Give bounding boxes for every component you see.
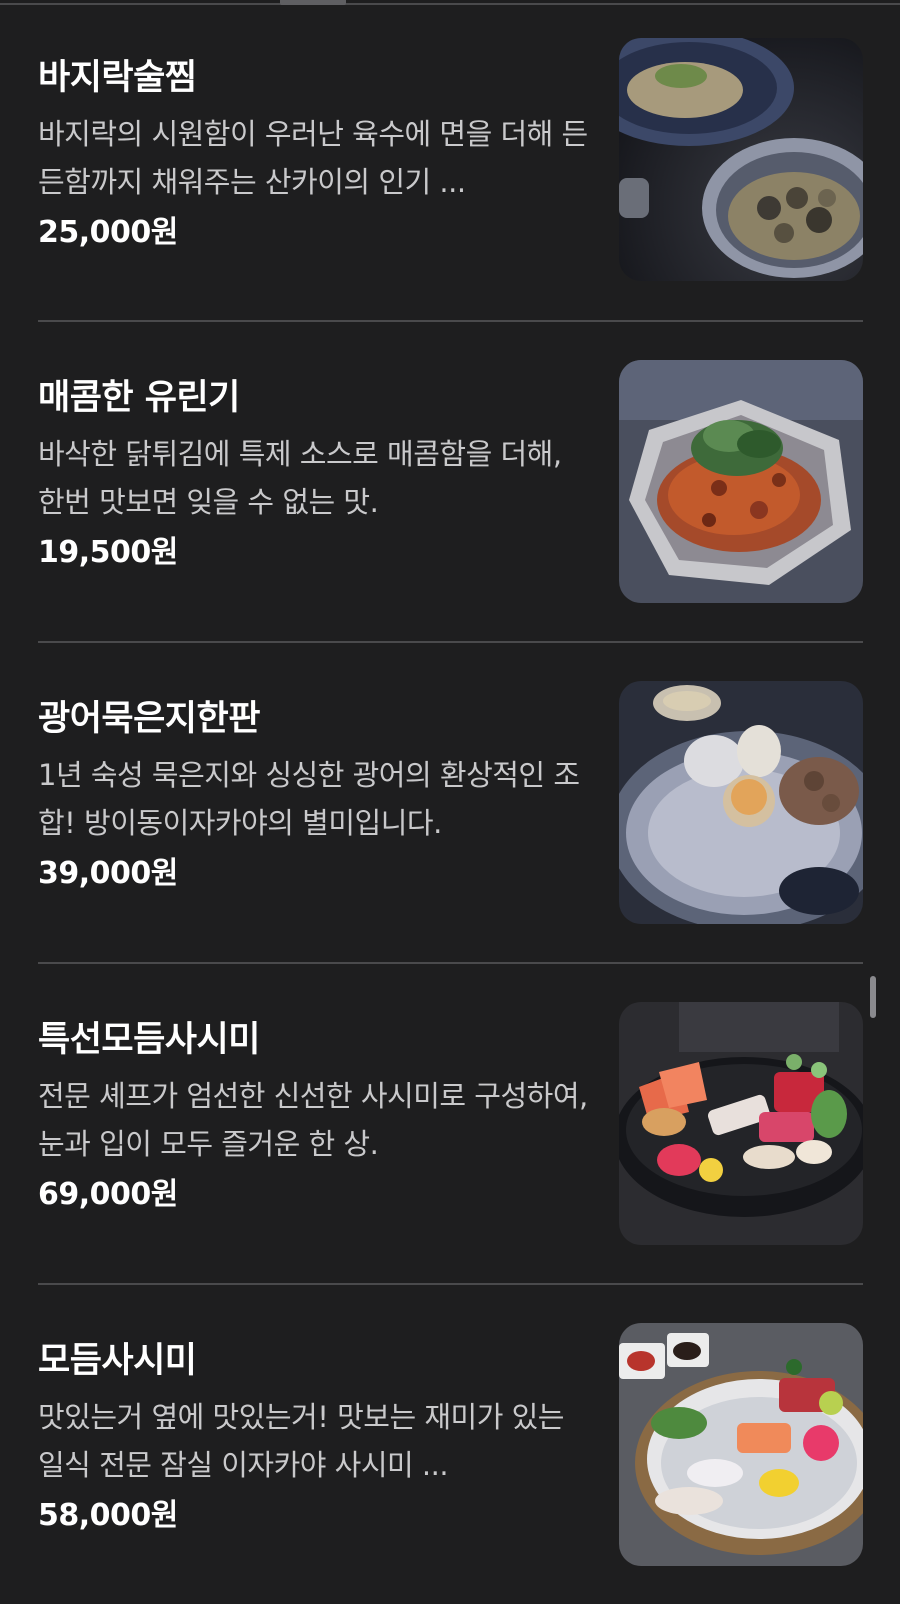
menu-item-name: 바지락술찜	[38, 58, 197, 98]
menu-item-price: 19,500원	[38, 535, 178, 570]
menu-item-text: 광어묵은지한판 1년 숙성 묵은지와 싱싱한 광어의 환상적인 조합! 방이동이…	[38, 695, 593, 895]
menu-item-name: 모듬사시미	[38, 1341, 197, 1381]
menu-item-description: 1년 숙성 묵은지와 싱싱한 광어의 환상적인 조합! 방이동이자카야의 별미입…	[38, 758, 580, 840]
menu-item[interactable]: 특선모듬사시미 전문 셰프가 엄선한 신선한 사시미로 구성하여, 눈과 입이 …	[38, 962, 863, 1283]
clam-soup-photo-icon[interactable]	[619, 38, 863, 281]
scrollbar-thumb[interactable]	[870, 976, 876, 1018]
menu-item-text: 바지락술찜 바지락의 시원함이 우러난 육수에 면을 더해 든든함까지 채워주는…	[38, 54, 593, 254]
menu-item-text: 특선모듬사시미 전문 셰프가 엄선한 신선한 사시미로 구성하여, 눈과 입이 …	[38, 1016, 593, 1216]
menu-item-description: 바삭한 닭튀김에 특제 소스로 매콤함을 더해, 한번 맛보면 잊을 수 없는 …	[38, 437, 562, 519]
premium-sashimi-photo-icon[interactable]	[619, 1002, 863, 1245]
spicy-chicken-photo-icon[interactable]	[619, 360, 863, 603]
menu-item[interactable]: 매콤한 유린기 바삭한 닭튀김에 특제 소스로 매콤함을 더해, 한번 맛보면 …	[38, 320, 863, 641]
menu-item-price: 69,000원	[38, 1177, 178, 1212]
menu-item-name: 매콤한 유린기	[38, 378, 240, 418]
menu-item-price: 25,000원	[38, 215, 178, 250]
flounder-platter-photo-icon[interactable]	[619, 681, 863, 924]
assorted-sashimi-photo-icon[interactable]	[619, 1323, 863, 1566]
menu-item-text: 매콤한 유린기 바삭한 닭튀김에 특제 소스로 매콤함을 더해, 한번 맛보면 …	[38, 374, 593, 574]
menu-item[interactable]: 광어묵은지한판 1년 숙성 묵은지와 싱싱한 광어의 환상적인 조합! 방이동이…	[38, 641, 863, 962]
menu-item[interactable]: 모듬사시미 맛있는거 옆에 맛있는거! 맛보는 재미가 있는 일식 전문 잠실 …	[38, 1283, 863, 1604]
menu-list: 바지락술찜 바지락의 시원함이 우러난 육수에 면을 더해 든든함까지 채워주는…	[38, 0, 863, 1604]
menu-item-description: 전문 셰프가 엄선한 신선한 사시미로 구성하여, 눈과 입이 모두 즐거운 한…	[38, 1079, 588, 1161]
menu-item-description: 맛있는거 옆에 맛있는거! 맛보는 재미가 있는 일식 전문 잠실 이자카야 사…	[38, 1400, 564, 1482]
menu-item-name: 광어묵은지한판	[38, 699, 260, 739]
menu-item-name: 특선모듬사시미	[38, 1020, 260, 1060]
menu-item-description: 바지락의 시원함이 우러난 육수에 면을 더해 든든함까지 채워주는 산카이의 …	[38, 117, 588, 199]
menu-item[interactable]: 바지락술찜 바지락의 시원함이 우러난 육수에 면을 더해 든든함까지 채워주는…	[38, 0, 863, 320]
menu-item-price: 58,000원	[38, 1498, 178, 1533]
menu-item-price: 39,000원	[38, 856, 178, 891]
menu-item-text: 모듬사시미 맛있는거 옆에 맛있는거! 맛보는 재미가 있는 일식 전문 잠실 …	[38, 1337, 593, 1537]
